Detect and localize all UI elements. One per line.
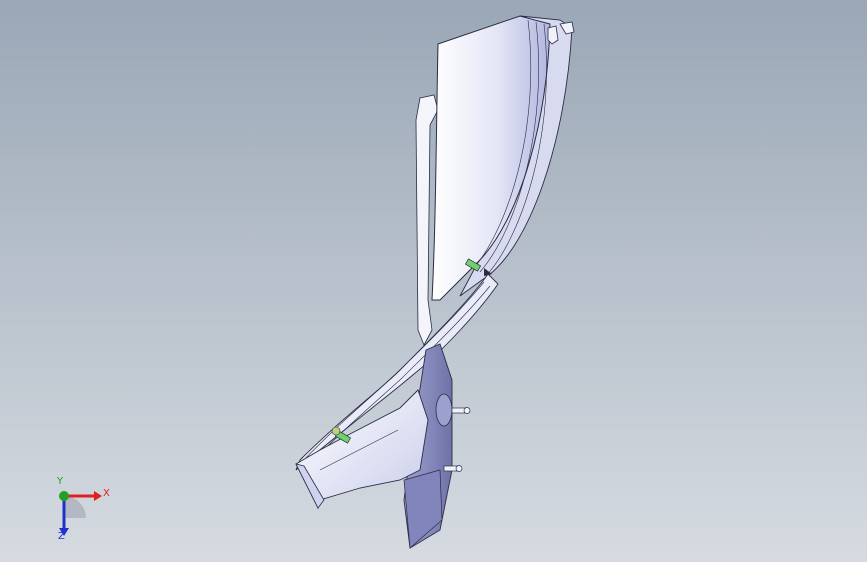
y-axis-label: Y [57,476,64,487]
mount-pin-lower [443,465,463,472]
3d-viewport[interactable]: X Y Z [0,0,867,562]
stem-boss [435,393,453,427]
y-axis-dot [59,491,69,501]
cad-part-model[interactable] [0,0,867,562]
mount-pin-upper [451,407,471,414]
z-axis-label: Z [58,531,65,542]
top-hook [547,25,559,45]
x-axis-arrow [94,491,102,501]
x-axis-label: X [103,488,110,499]
orientation-triad: X Y Z [40,476,120,548]
